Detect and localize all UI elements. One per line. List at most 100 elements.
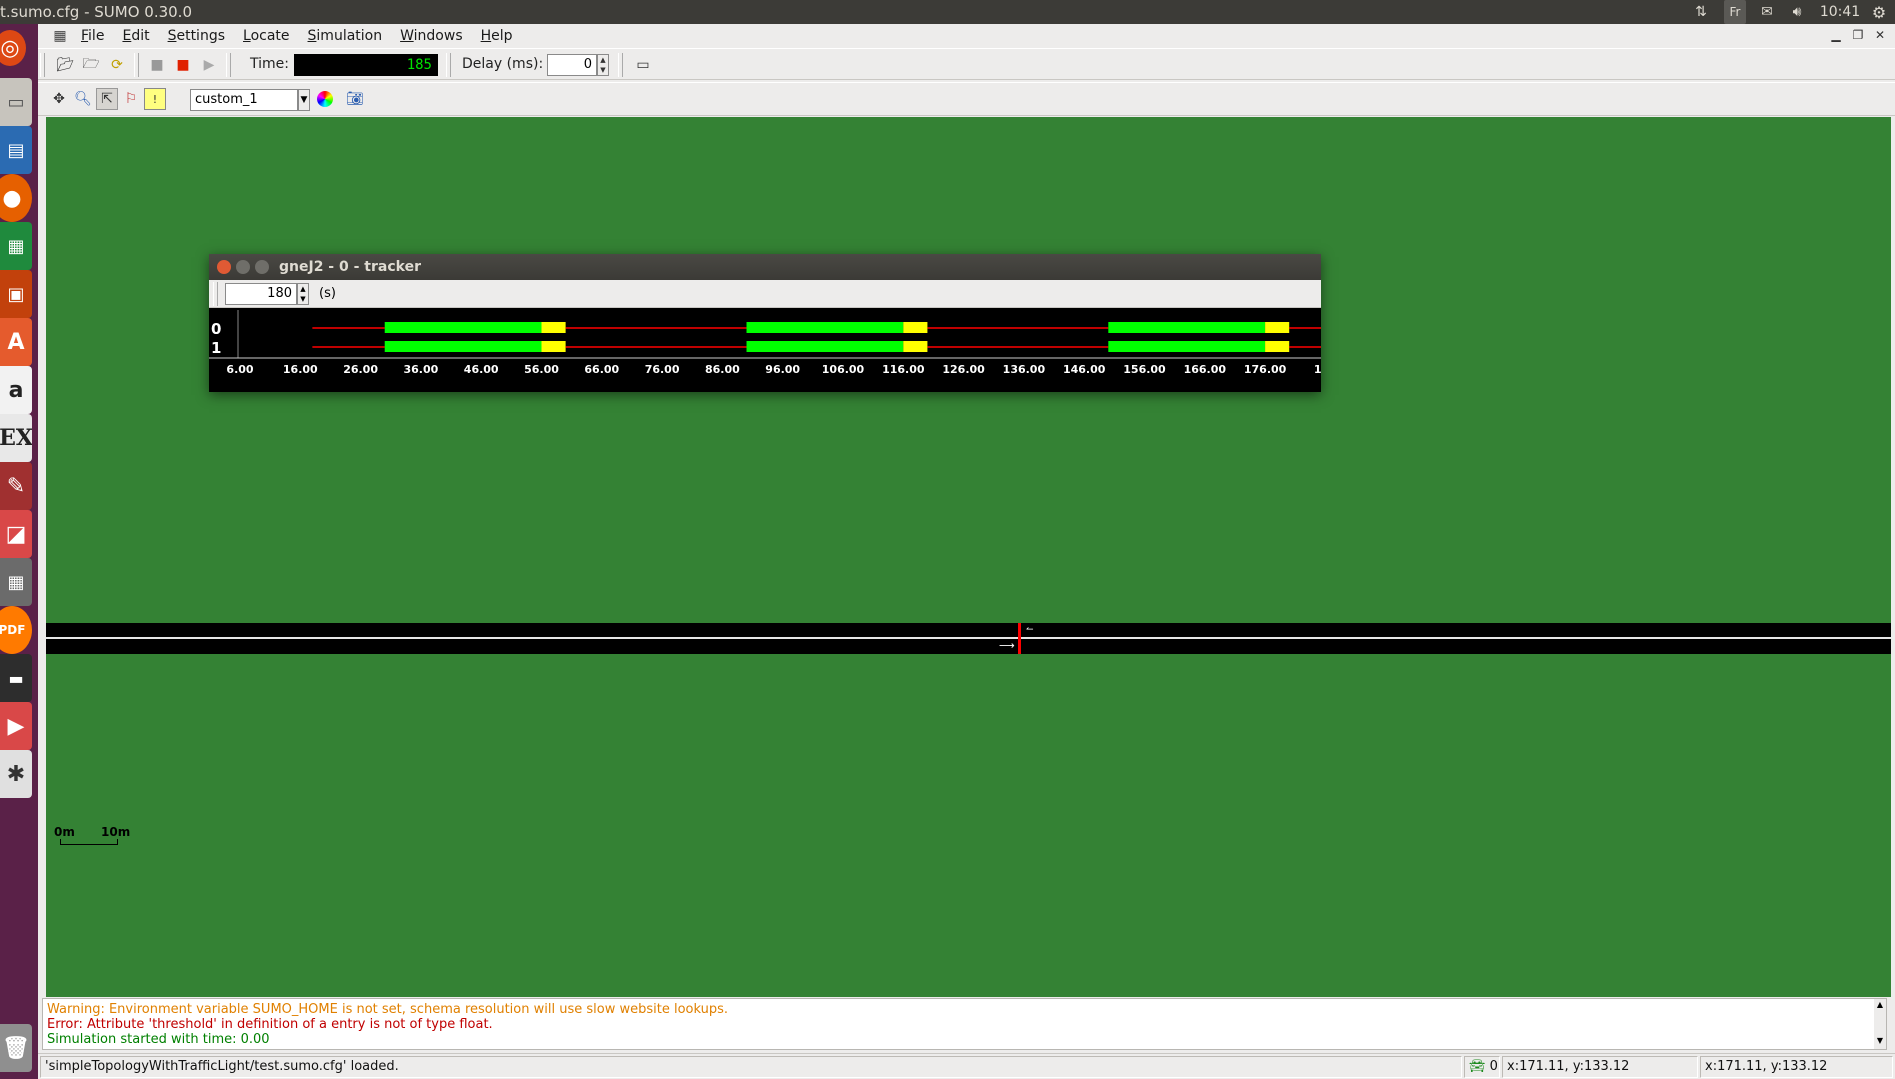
status-message: 'simpleTopologyWithTrafficLight/test.sum… [40,1056,1462,1078]
direction-arrow-icon: ↼ [1026,625,1034,635]
minimize-icon[interactable]: ▁ [1827,26,1845,44]
locate-icon[interactable]: 🔍︎ [72,88,94,110]
maximize-icon[interactable] [255,260,269,274]
tracker-range-spinner[interactable]: ▲ ▼ [297,283,309,305]
calculator-icon[interactable]: ▦ [0,558,32,606]
color-wheel-icon[interactable] [314,88,336,110]
tracker-titlebar[interactable]: gneJ2 - 0 - tracker [209,254,1321,280]
tracker-range-unit: (s) [319,286,336,301]
delay-label: Delay (ms): [462,56,544,72]
toolbar-grip [446,53,451,77]
time-tick-label: 26.00 [343,363,378,376]
ubuntu-dash-icon[interactable]: ◎ [0,30,26,66]
time-display: 185 [294,54,438,76]
open-network-icon[interactable]: 🗁︎ [80,54,102,76]
menu-windows[interactable]: Windows [391,24,472,48]
new-view-icon[interactable]: ▭ [632,54,654,76]
menu-edit[interactable]: Edit [113,24,158,48]
pdf-icon[interactable]: PDF [0,606,32,654]
tex-icon[interactable]: EX [0,414,32,462]
minimize-icon[interactable] [236,260,250,274]
vehicle-count-cell: 🚘︎ 0 [1464,1056,1500,1078]
signal-timeline-chart: 016.00 16.00 26.00 36.00 46.00 56.00 66.00 76.0… [209,310,1337,376]
software-center-icon[interactable]: A [0,318,32,366]
screenshot-icon[interactable]: 📷︎ [344,88,366,110]
menu-help[interactable]: Help [472,24,522,48]
menu-simulation[interactable]: Simulation [299,24,392,48]
play-icon[interactable]: ■ [146,54,168,76]
trash-icon[interactable]: 🗑︎ [0,1024,32,1072]
tooltip-icon[interactable]: ! [144,88,166,110]
step-icon[interactable]: ▶ [198,54,220,76]
time-tick-label: 16.00 [283,363,318,376]
signal-yellow-segment [1265,341,1290,352]
message-warning: Warning: Environment variable SUMO_HOME … [47,1002,729,1017]
time-tick-label: 126.00 [942,363,985,376]
menu-locate[interactable]: Locate [234,24,299,48]
lane-divider [46,637,1891,639]
toolbar-grip [134,53,139,77]
time-tick-label: 176.00 [1244,363,1287,376]
open-folder-icon[interactable]: 📂︎ [54,54,76,76]
sumo-icon[interactable]: ✱ [0,750,32,798]
time-tick-label: 96.00 [765,363,800,376]
close-icon[interactable]: ✕ [1871,26,1889,44]
recenter-icon[interactable]: ✥ [48,88,70,110]
restore-icon[interactable]: ❐ [1849,26,1867,44]
calc-icon[interactable]: ▦ [0,222,32,270]
tracker-range-input[interactable]: 180 [225,283,297,305]
view-toolbar: ✥ 🔍︎ ⇱ ⚐ ! custom_1 ▼ 📷︎ [38,82,1895,116]
chevron-down-icon[interactable]: ▼ [298,89,310,111]
gear-icon[interactable]: ⚙ [1868,0,1890,24]
delay-spinner[interactable]: ▲ ▼ [597,54,609,76]
road-edge[interactable]: ↼ ⟶ [46,623,1891,654]
close-icon[interactable] [217,260,231,274]
signal-yellow-segment [1265,322,1290,333]
direction-arrow-icon: ⟶ [999,639,1015,652]
select-cursor-icon[interactable]: ⇱ [96,88,118,110]
traffic-light-bar[interactable] [1018,623,1021,654]
tracker-toolbar: 180 ▲ ▼ (s) [209,280,1321,308]
keyboard-layout-indicator[interactable]: Fr [1724,0,1746,24]
menu-locate-rest: ocate [250,28,290,44]
message-scrollbar[interactable]: ▲ ▼ [1874,999,1886,1049]
window-menu-icon[interactable]: ▦ [48,28,72,44]
scale-left-label: 0m [54,825,75,839]
terminal-icon[interactable]: ▬ [0,654,32,702]
toolbar-grip [40,53,45,77]
menu-file[interactable]: File [72,24,113,48]
car-icon: 🚘︎ [1469,1059,1486,1074]
time-tick-label: 106.00 [822,363,865,376]
time-tick-label: 146.00 [1063,363,1106,376]
toolbar-grip [226,53,231,77]
signal-yellow-segment [541,322,566,333]
network-coordinates: x:171.11, y:133.12 [1502,1056,1698,1078]
files-icon[interactable]: ▭ [0,78,32,126]
writer-icon[interactable]: ▤ [0,126,32,174]
amazon-icon[interactable]: a [0,366,32,414]
editor-icon[interactable]: ◪ [0,510,32,558]
media-editor-icon[interactable]: ▶ [0,702,32,750]
menu-simulation-rest: imulation [316,28,383,44]
impress-icon[interactable]: ▣ [0,270,32,318]
reload-icon[interactable]: ⟳ [106,54,128,76]
clock[interactable]: 10:41 [1820,0,1860,24]
network-canvas[interactable]: ↼ ⟶ 0m 10m [46,117,1891,997]
network-arrows-icon[interactable]: ⇅ [1690,0,1712,24]
settings-tools-icon[interactable]: ✎ [0,462,32,510]
stop-icon[interactable]: ■ [172,54,194,76]
time-tick-label: 76.00 [645,363,680,376]
color-wheel-swatch [317,91,333,107]
mdi-window-controls: ▁ ❐ ✕ [1827,26,1889,44]
menu-windows-rest: indows [413,28,463,44]
delay-input[interactable]: 0 [547,54,597,76]
message-window: Warning: Environment variable SUMO_HOME … [42,998,1887,1050]
signal-green-segment [746,322,904,333]
volume-icon[interactable]: 🔊︎ [1786,0,1808,24]
window-title: t.sumo.cfg - SUMO 0.30.0 [0,3,192,21]
menu-settings[interactable]: Settings [159,24,234,48]
mail-icon[interactable]: ✉ [1756,0,1778,24]
scheme-select[interactable]: custom_1 [190,89,298,111]
firefox-icon[interactable]: ● [0,174,32,222]
breakpoint-icon[interactable]: ⚐ [120,88,142,110]
